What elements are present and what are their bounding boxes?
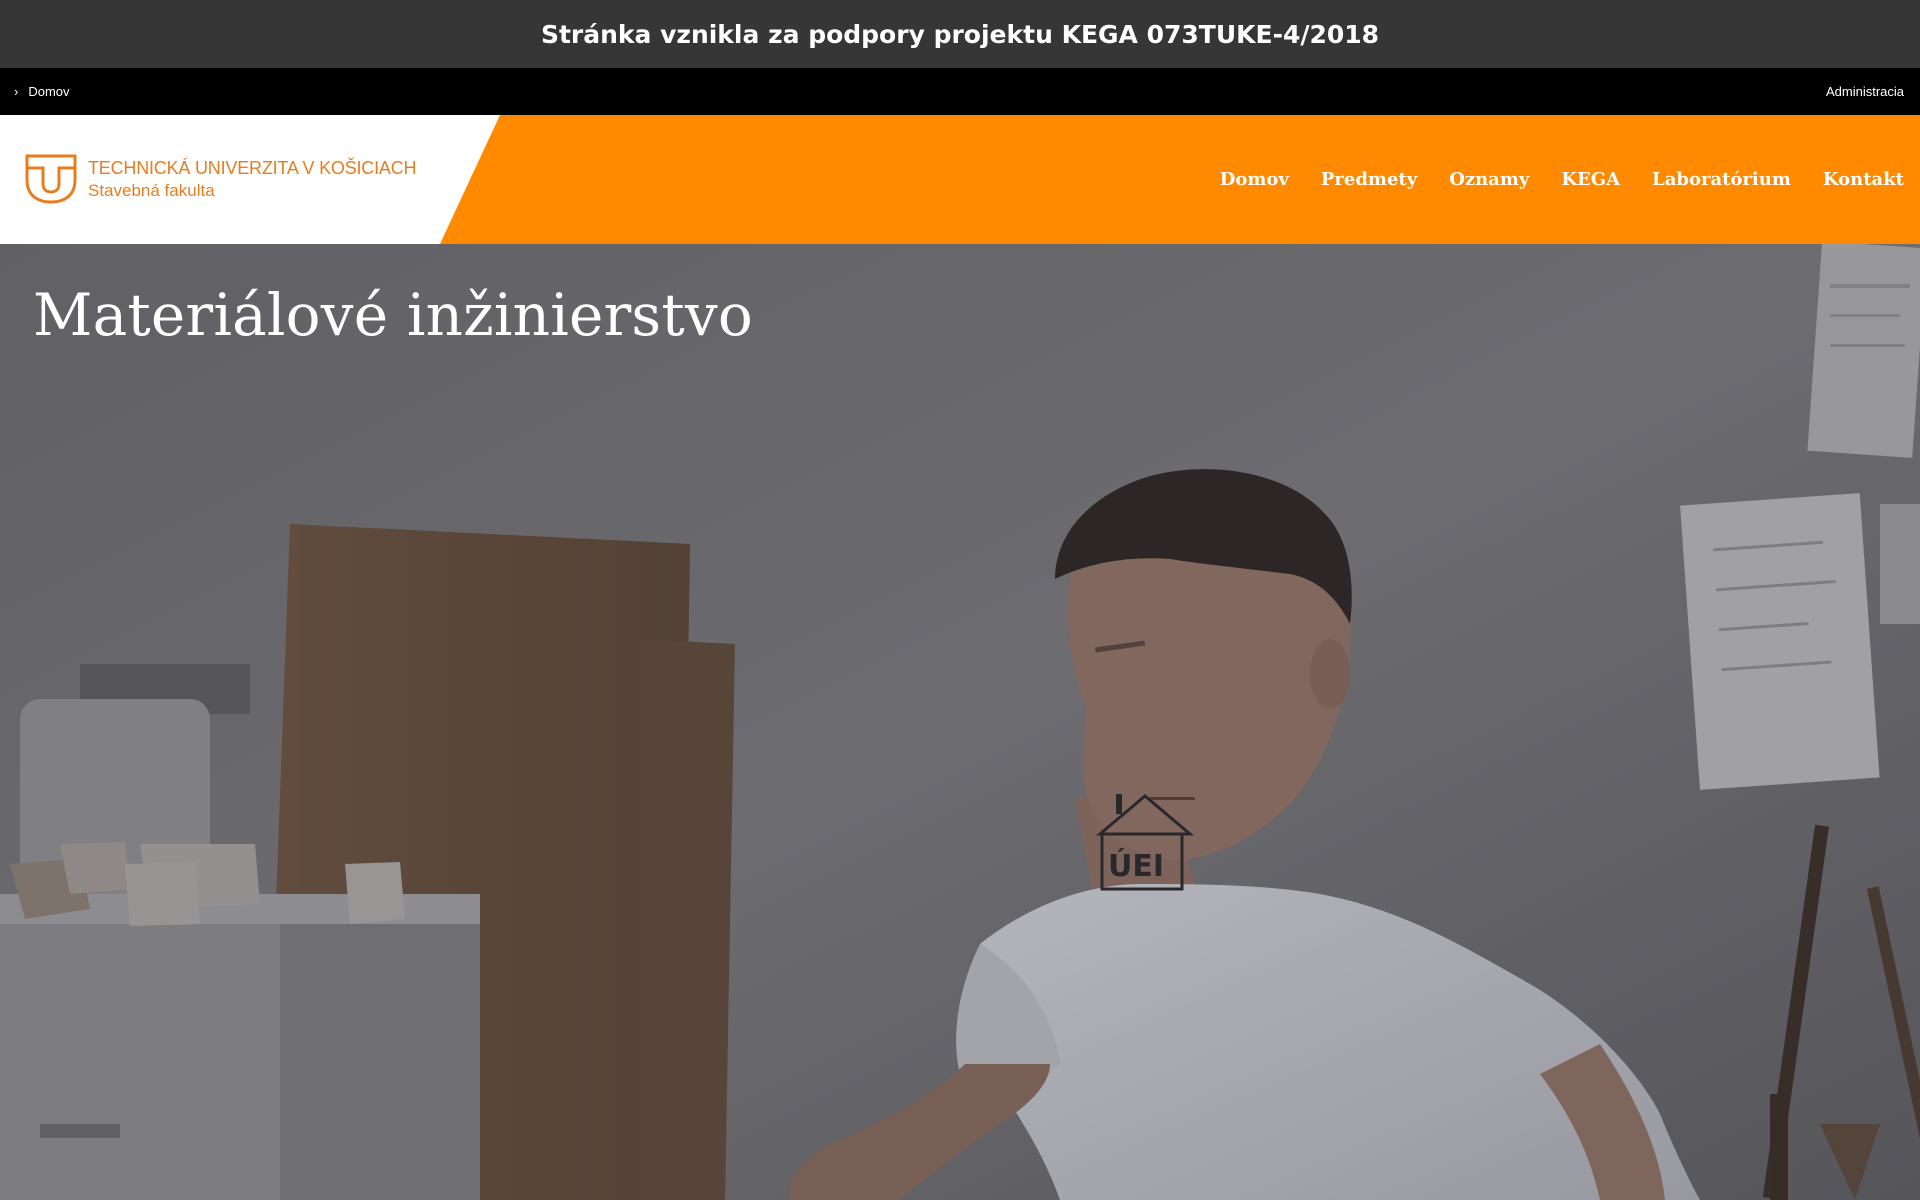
- logo-text: TECHNICKÁ UNIVERZITA V KOŠICIACH Stavebn…: [88, 158, 417, 201]
- admin-link[interactable]: Administracia: [1826, 84, 1904, 99]
- nav-item-predmety[interactable]: Predmety: [1321, 169, 1417, 190]
- faculty-name: Stavebná fakulta: [88, 181, 215, 200]
- nav-item-laboratorium[interactable]: Laboratórium: [1652, 169, 1791, 190]
- university-name: TECHNICKÁ UNIVERZITA V KOŠICIACH: [88, 158, 417, 178]
- top-bar: › Domov Administracia: [0, 68, 1920, 115]
- breadcrumb-home-link[interactable]: Domov: [28, 84, 69, 99]
- nav-item-oznamy[interactable]: Oznamy: [1449, 169, 1529, 190]
- breadcrumb: › Domov: [14, 84, 70, 99]
- nav-item-kontakt[interactable]: Kontakt: [1823, 169, 1904, 190]
- nav-item-domov[interactable]: Domov: [1220, 169, 1289, 190]
- page-title: Materiálové inžinierstvo: [33, 281, 753, 349]
- kega-banner-text: Stránka vznikla za podpory projektu KEGA…: [540, 19, 1380, 49]
- hero-section: ÚEI Materiálové inžinierstvo: [0, 244, 1920, 1200]
- kega-banner: Stránka vznikla za podpory projektu KEGA…: [0, 0, 1920, 68]
- main-nav: Domov Predmety Oznamy KEGA Laboratórium …: [1188, 115, 1904, 244]
- hero-photo: ÚEI: [0, 244, 1920, 1200]
- logo-link[interactable]: TECHNICKÁ UNIVERZITA V KOŠICIACH Stavebn…: [0, 115, 500, 244]
- nav-item-kega[interactable]: KEGA: [1561, 169, 1620, 190]
- tuke-logo-icon: [25, 154, 77, 204]
- site-header: TECHNICKÁ UNIVERZITA V KOŠICIACH Stavebn…: [0, 115, 1920, 244]
- chevron-right-icon: ›: [14, 84, 19, 99]
